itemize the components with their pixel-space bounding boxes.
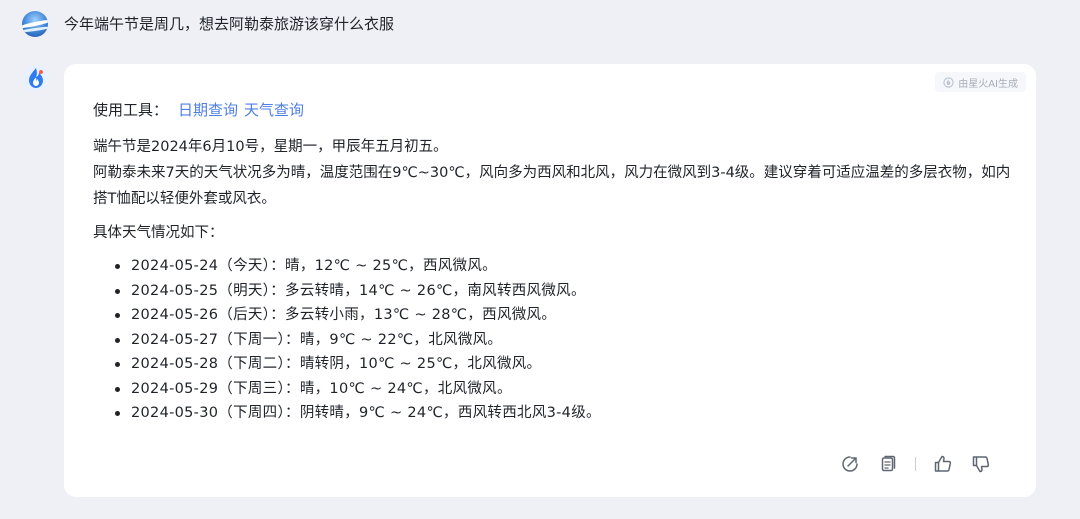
tools-label: 使用工具：: [93, 101, 169, 119]
spark-flame-icon: [23, 65, 49, 91]
user-message: 今年端午节是周几，想去阿勒泰旅游该穿什么衣服: [22, 11, 394, 37]
tools-used-line: 使用工具： 日期查询 天气查询: [93, 98, 310, 122]
forecast-item: 2024-05-24（今天）：晴，12℃ ~ 25℃，西风微风。: [115, 254, 1013, 279]
forecast-item: 2024-05-28（下周二）：晴转阴，10℃ ~ 25℃，北风微风。: [115, 352, 1013, 377]
forecast-item: 2024-05-29（下周三）：晴，10℃ ~ 24℃，北风微风。: [115, 377, 1013, 402]
share-icon: [842, 456, 858, 472]
spark-small-icon: [943, 76, 954, 88]
answer-card: 由星火AI生成 使用工具： 日期查询 天气查询 端午节是2024年6月10号，星…: [64, 64, 1036, 497]
forecast-intro: 具体天气情况如下：: [93, 225, 224, 241]
forecast-item: 2024-05-26（后天）：多云转小雨，13℃ ~ 28℃，西风微风。: [115, 303, 1013, 328]
dislike-button[interactable]: [970, 453, 992, 475]
ai-badge-text: 由星火AI生成: [958, 78, 1018, 90]
thumbs-up-icon: [934, 455, 952, 472]
thumbs-down-icon: [972, 456, 990, 473]
forecast-item: 2024-05-27（下周一）：晴，9℃ ~ 22℃，北风微风。: [115, 328, 1013, 353]
copy-icon: [881, 455, 896, 472]
answer-paragraph-clothing: 阿勒泰未来7天的天气状况多为晴，温度范围在9℃~30℃，风向多为西风和北风，风力…: [93, 165, 1011, 207]
forecast-item: 2024-05-30（下周四）：阴转晴，9℃ ~ 24℃，西风转西北风3-4级。: [115, 401, 1013, 426]
copy-button[interactable]: [877, 453, 899, 475]
forecast-item: 2024-05-25（明天）：多云转晴，14℃ ~ 26℃，南风转西风微风。: [115, 279, 1013, 304]
answer-action-bar: [823, 453, 992, 475]
ai-generated-badge: 由星火AI生成: [935, 72, 1026, 92]
like-button[interactable]: [932, 453, 954, 475]
forecast-list: 2024-05-24（今天）：晴，12℃ ~ 25℃，西风微风。 2024-05…: [93, 254, 1013, 426]
share-button[interactable]: [839, 453, 861, 475]
tool-weather-query[interactable]: 天气查询: [244, 98, 304, 122]
answer-body: 端午节是2024年6月10号，星期一，甲辰年五月初五。 阿勒泰未来7天的天气状况…: [93, 134, 1013, 426]
user-avatar[interactable]: [22, 11, 48, 37]
answer-paragraph-dragon-boat: 端午节是2024年6月10号，星期一，甲辰年五月初五。: [93, 139, 448, 155]
action-divider: [915, 457, 916, 471]
tool-date-query[interactable]: 日期查询: [178, 98, 238, 122]
user-question-text: 今年端午节是周几，想去阿勒泰旅游该穿什么衣服: [64, 15, 395, 33]
